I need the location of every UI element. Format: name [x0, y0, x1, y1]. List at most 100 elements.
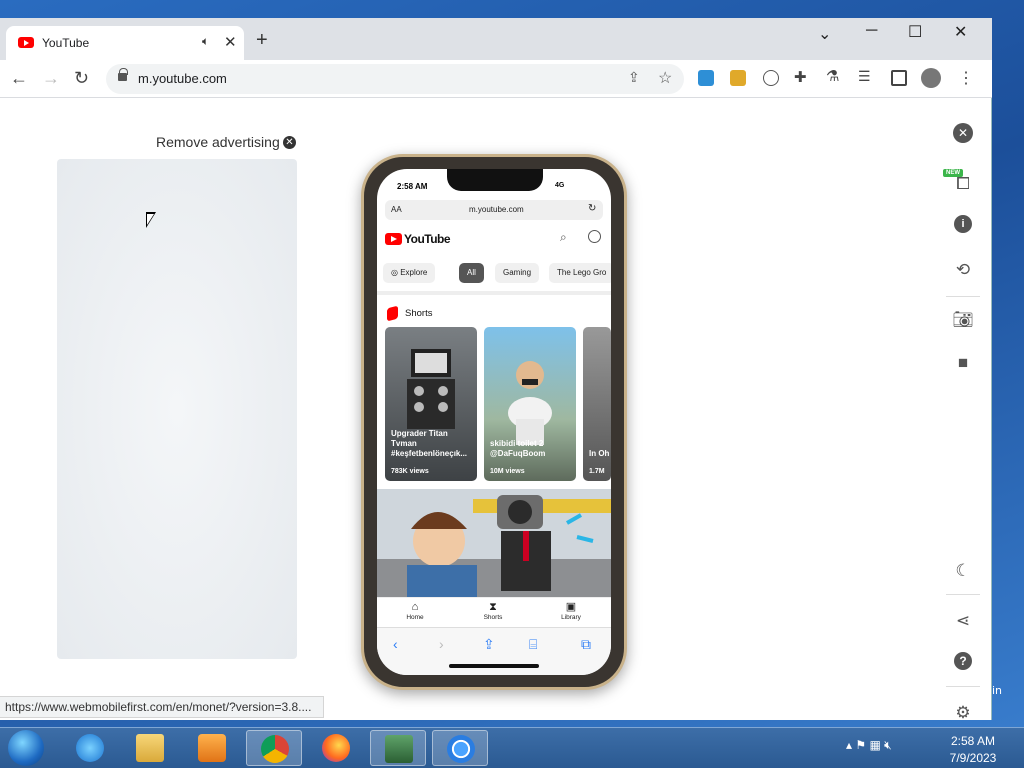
- extension-tag-icon[interactable]: [730, 70, 746, 86]
- tab-close-button[interactable]: ✕: [224, 33, 237, 51]
- taskbar-explorer[interactable]: [122, 730, 178, 766]
- puzzle-icon[interactable]: ✚: [794, 68, 807, 86]
- nav-shorts[interactable]: ⧗ Shorts: [473, 601, 513, 621]
- labs-icon[interactable]: ⚗: [826, 67, 839, 85]
- taskbar-chrome-2[interactable]: [432, 730, 488, 766]
- chip-lego[interactable]: The Lego Gro: [549, 263, 611, 283]
- start-button[interactable]: [8, 730, 44, 766]
- safari-back-icon[interactable]: ‹: [393, 636, 398, 652]
- tray-icons[interactable]: ▴ ⚑ ▦ 🔇︎: [846, 738, 892, 753]
- back-icon[interactable]: ←: [10, 68, 28, 89]
- profile-icon[interactable]: [921, 68, 941, 88]
- lock-icon: [118, 68, 128, 81]
- home-indicator: [449, 664, 539, 668]
- camera-icon[interactable]: 📷︎: [950, 307, 976, 333]
- taskbar-chrome[interactable]: [246, 730, 302, 766]
- tab-bar: YouTube 🔈︎ ✕ + ⌄ ─ ☐ ✕: [0, 18, 992, 60]
- taskbar-firefox[interactable]: [308, 730, 364, 766]
- clock[interactable]: 2:58 AM 7/9/2023: [940, 733, 1006, 767]
- share-icon[interactable]: ⇪: [628, 69, 640, 86]
- gear-icon[interactable]: ⚙: [950, 700, 976, 726]
- menu-icon[interactable]: ⋮: [958, 68, 974, 88]
- desktop-edge-text: in: [992, 684, 1003, 697]
- ad-placeholder: [57, 159, 297, 659]
- tab-youtube[interactable]: YouTube 🔈︎ ✕: [6, 26, 244, 60]
- safari-forward-icon[interactable]: ›: [439, 636, 444, 652]
- maximize-button[interactable]: ☐: [908, 22, 922, 42]
- video-icon[interactable]: ■: [950, 350, 976, 376]
- clock-time: 2:58 AM: [950, 734, 996, 748]
- chromium-icon: [447, 735, 475, 763]
- shorts-heading: Shorts: [405, 308, 433, 319]
- minimize-button[interactable]: ─: [866, 22, 877, 40]
- safari-share-icon[interactable]: ⇪: [483, 636, 495, 653]
- taskbar-app[interactable]: [370, 730, 426, 766]
- video-thumbnail[interactable]: [377, 489, 611, 597]
- phone-text-size[interactable]: AA: [391, 205, 402, 214]
- phone-screen: 2:58 AM 4G AA m.youtube.com ↻ YouTube ⌕ …: [377, 169, 611, 675]
- share-icon[interactable]: ⋖: [950, 608, 976, 634]
- help-icon[interactable]: ?: [954, 652, 972, 670]
- youtube-icon: [18, 37, 34, 48]
- chip-bar: ◎ Explore All Gaming The Lego Gro: [377, 263, 611, 285]
- tab-search-icon[interactable]: ⌄: [818, 24, 831, 44]
- extension-mobile-icon[interactable]: [698, 70, 714, 86]
- app-name: YouTube: [404, 232, 451, 246]
- taskbar: ▴ ⚑ ▦ 🔇︎ 2:58 AM 7/9/2023: [0, 727, 1024, 768]
- short-views: 1.7M: [589, 468, 605, 475]
- forward-icon[interactable]: →: [42, 68, 60, 89]
- media-player-icon: [198, 734, 226, 762]
- short-caption: In Oh: [589, 449, 610, 458]
- reload-icon[interactable]: ↻: [74, 68, 89, 89]
- toolbar-divider: [946, 296, 980, 297]
- youtube-icon: [385, 233, 402, 245]
- chip-explore[interactable]: ◎ Explore: [383, 263, 436, 283]
- phone-reload-icon[interactable]: ↻: [588, 203, 596, 214]
- info-icon[interactable]: i: [954, 215, 972, 233]
- clock-date: 7/9/2023: [949, 751, 997, 765]
- moon-icon[interactable]: ☾: [950, 558, 976, 584]
- shorts-icon: [387, 305, 398, 322]
- phone-search-icon[interactable]: ⌕: [560, 230, 567, 245]
- toolbar-divider: [946, 686, 980, 687]
- ie-icon: [76, 734, 104, 762]
- window-close-button[interactable]: ✕: [954, 22, 967, 42]
- short-caption: Upgrader Titan Tvman #keşfetbenlöneçık..…: [391, 429, 468, 458]
- chip-all[interactable]: All: [459, 263, 484, 283]
- short-card[interactable]: In Oh 1.7M: [583, 327, 611, 481]
- address-bar[interactable]: m.youtube.com ⇪ ☆: [106, 64, 684, 94]
- app-icon: [385, 735, 413, 763]
- browser-window: YouTube 🔈︎ ✕ + ⌄ ─ ☐ ✕ ← → ↻ m.youtube.c…: [0, 18, 992, 722]
- speaker-icon[interactable]: 🔈︎: [202, 34, 209, 49]
- phone-url[interactable]: m.youtube.com: [469, 205, 524, 214]
- chrome-icon: [261, 735, 289, 763]
- extension-block-icon[interactable]: [763, 70, 779, 86]
- taskbar-media[interactable]: [184, 730, 240, 766]
- new-tab-button[interactable]: +: [256, 30, 268, 50]
- rotate-icon[interactable]: ⟲: [950, 257, 976, 283]
- star-icon[interactable]: ☆: [658, 68, 672, 88]
- sidepanel-icon[interactable]: [891, 70, 907, 86]
- page-content: Remove advertising ✕ 2:58 AM 4G AA m.you…: [0, 98, 986, 722]
- remove-ad-link[interactable]: Remove advertising: [156, 134, 280, 150]
- close-icon[interactable]: ✕: [953, 123, 973, 143]
- devices-icon[interactable]: ⧠: [950, 171, 976, 197]
- taskbar-ie[interactable]: [62, 730, 118, 766]
- firefox-icon: [322, 734, 350, 762]
- short-views: 10M views: [490, 468, 525, 475]
- chip-gaming[interactable]: Gaming: [495, 263, 540, 283]
- short-caption: skibidi toilet 2 @DaFuqBoom: [490, 439, 546, 458]
- shorts-nav-icon: ⧗: [489, 601, 497, 613]
- address-url[interactable]: m.youtube.com: [138, 71, 227, 86]
- phone-address-bar[interactable]: AA m.youtube.com ↻: [385, 200, 603, 220]
- remove-ad-icon[interactable]: ✕: [283, 136, 296, 149]
- short-card[interactable]: skibidi toilet 2 @DaFuqBoom 10M views: [484, 327, 576, 481]
- safari-tabs-icon[interactable]: ⧉: [581, 636, 591, 653]
- media-icon[interactable]: ☰: [858, 68, 871, 85]
- nav-home[interactable]: ⌂ Home: [395, 601, 435, 621]
- safari-bookmarks-icon[interactable]: ⌸: [529, 636, 537, 653]
- phone-signal: 4G: [555, 182, 565, 189]
- phone-account-icon[interactable]: [588, 230, 601, 243]
- nav-library[interactable]: ▣ Library: [551, 601, 591, 621]
- short-card[interactable]: Upgrader Titan Tvman #keşfetbenlöneçık..…: [385, 327, 477, 481]
